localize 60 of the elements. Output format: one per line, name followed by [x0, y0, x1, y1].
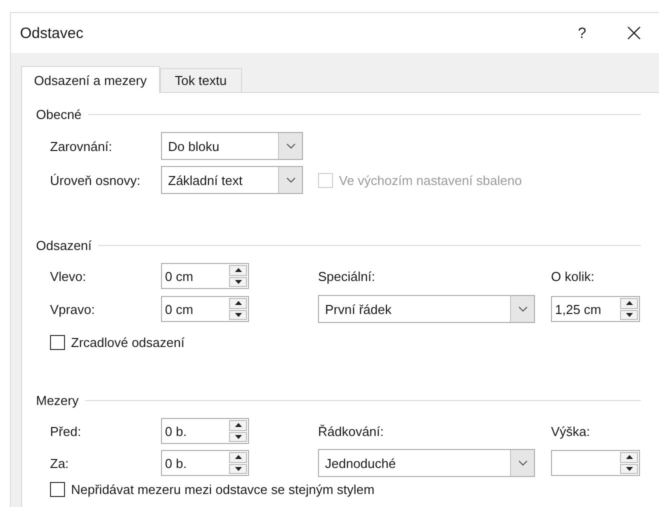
- chevron-down-icon: [518, 306, 528, 312]
- triangle-up-icon: [626, 301, 632, 306]
- line-spacing-dropdown[interactable]: Jednoduché: [318, 449, 535, 477]
- checkbox-label[interactable]: Nepřidávat mezeru mezi odstavce se stejným stylem: [71, 482, 374, 497]
- triangle-down-icon: [234, 434, 242, 439]
- spin-up-button[interactable]: [229, 420, 247, 430]
- triangle-up-icon: [234, 268, 242, 272]
- alignment-dropdown[interactable]: Do bloku: [161, 132, 303, 160]
- field-label: Vpravo:: [50, 302, 96, 316]
- spin-down-button[interactable]: [229, 276, 247, 287]
- section-title: Odsazení: [36, 238, 92, 253]
- section-title: Obecné: [36, 107, 82, 122]
- checkbox[interactable]: [50, 482, 65, 497]
- checkbox-label[interactable]: Zrcadlové odsazení: [71, 334, 184, 350]
- space-before-field[interactable]: 0 b.: [161, 418, 249, 444]
- triangle-down-icon: [234, 312, 242, 317]
- chevron-down-icon: [286, 177, 296, 183]
- field-label: Výška:: [551, 424, 592, 438]
- checkbox[interactable]: [50, 334, 65, 350]
- special-dropdown[interactable]: První řádek: [318, 295, 535, 323]
- spin-down-button[interactable]: [620, 464, 638, 474]
- triangle-down-icon: [626, 466, 632, 471]
- triangle-up-icon: [234, 455, 242, 460]
- field-label: Zarovnání:: [50, 138, 114, 154]
- close-icon: [627, 26, 641, 40]
- spin-down-button[interactable]: [229, 464, 247, 474]
- indent-by-field[interactable]: 1,25 cm: [551, 296, 640, 322]
- field-label: Za:: [50, 456, 70, 470]
- field-label: Speciální:: [318, 268, 376, 284]
- triangle-up-icon: [234, 423, 242, 428]
- window-title: Odstavec: [20, 24, 84, 42]
- field-label: Vlevo:: [50, 268, 88, 284]
- spin-up-button[interactable]: [229, 298, 247, 308]
- spin-down-button[interactable]: [229, 310, 247, 320]
- chevron-down-icon: [286, 143, 296, 149]
- triangle-down-icon: [234, 280, 242, 284]
- triangle-down-icon: [234, 466, 242, 471]
- right-indent-field[interactable]: 0 cm: [161, 296, 249, 322]
- field-label: Před:: [50, 424, 82, 438]
- field-label: Řádkování:: [318, 424, 385, 438]
- line-height-field[interactable]: [551, 450, 640, 476]
- tab[interactable]: Odsazení a mezery: [21, 66, 160, 93]
- help-button[interactable]: ?: [557, 24, 607, 42]
- left-indent-field[interactable]: 0 cm: [161, 263, 249, 289]
- triangle-up-icon: [234, 301, 242, 306]
- triangle-up-icon: [626, 455, 632, 460]
- space-after-field[interactable]: 0 b.: [161, 450, 249, 476]
- triangle-down-icon: [626, 312, 632, 317]
- spin-down-button[interactable]: [620, 310, 638, 320]
- outline-level-dropdown[interactable]: Základní text: [161, 166, 303, 194]
- spin-up-button[interactable]: [229, 265, 247, 276]
- tab[interactable]: Tok textu: [160, 68, 242, 92]
- spin-down-button[interactable]: [229, 432, 247, 442]
- spin-up-button[interactable]: [620, 298, 638, 308]
- spin-up-button[interactable]: [229, 452, 247, 462]
- spin-up-button[interactable]: [620, 452, 638, 462]
- field-label: O kolik:: [551, 268, 596, 284]
- chevron-down-icon: [518, 460, 528, 466]
- section-title: Mezery: [36, 393, 79, 408]
- field-label: Úroveň osnovy:: [50, 172, 142, 188]
